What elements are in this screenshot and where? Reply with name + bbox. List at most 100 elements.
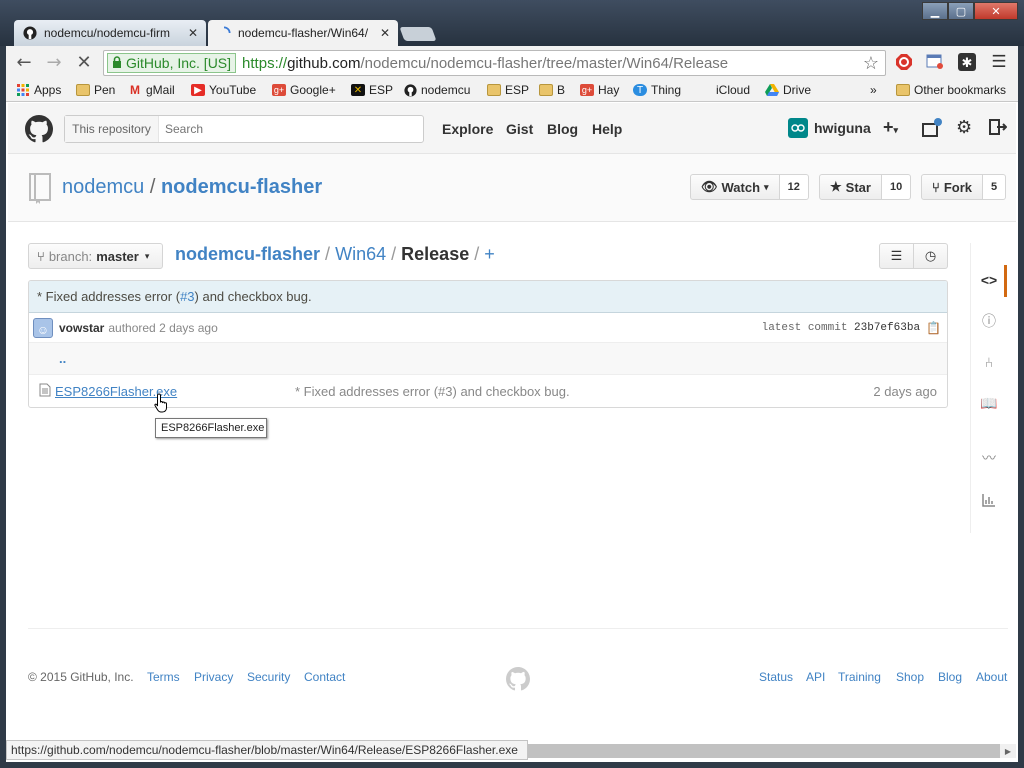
gmail-icon: M (130, 83, 140, 97)
star-button[interactable]: ★ Star (819, 174, 882, 200)
bookmark-esp[interactable]: ✕ ESP (351, 82, 393, 98)
close-tab-icon[interactable]: ✕ (188, 26, 198, 40)
repo-owner-link[interactable]: nodemcu (62, 176, 144, 198)
user-profile-link[interactable]: hwiguna (788, 118, 871, 138)
issue-link[interactable]: #3 (180, 289, 194, 304)
nav-explore[interactable]: Explore (442, 121, 493, 137)
commit-message[interactable]: * Fixed addresses error (#3) and checkbo… (29, 281, 947, 313)
search-input[interactable] (159, 116, 423, 142)
scroll-right-arrow-icon[interactable]: ▶ (1000, 744, 1016, 758)
bookmark-youtube[interactable]: ▶ YouTube (191, 82, 256, 98)
breadcrumb-win64[interactable]: Win64 (335, 244, 386, 264)
watch-count[interactable]: 12 (779, 174, 809, 200)
close-tab-icon[interactable]: ✕ (380, 26, 390, 40)
apps-grid-icon (16, 84, 30, 96)
bookmark-icloud[interactable]: iCloud (698, 82, 750, 98)
address-bar[interactable]: GitHub, Inc. [US] https://github.com/nod… (103, 50, 886, 76)
nav-blog[interactable]: Blog (547, 121, 578, 137)
bookmark-hay[interactable]: g+ Hay (580, 82, 619, 98)
repo-name-link[interactable]: nodemcu-flasher (161, 176, 322, 198)
bookmark-googleplus[interactable]: g+ Google+ (272, 82, 336, 98)
nav-help[interactable]: Help (592, 121, 622, 137)
new-tab-button[interactable] (399, 27, 437, 41)
file-icon (39, 383, 51, 400)
commit-sha[interactable]: 23b7ef63ba (854, 322, 920, 334)
breadcrumb: nodemcu-flasher / Win64 / Release / + (175, 244, 495, 264)
bookmark-pen[interactable]: Pen (76, 82, 115, 98)
close-window-button[interactable]: ✕ (974, 2, 1018, 20)
nav-gist[interactable]: Gist (506, 121, 533, 137)
back-button[interactable]: ← (12, 52, 36, 73)
pulse-icon[interactable]: 〰 (978, 447, 1000, 469)
authored-time: authored 2 days ago (108, 320, 218, 335)
bookmark-nodemcu[interactable]: nodemcu (403, 82, 470, 98)
bookmark-esp-folder[interactable]: ESP (487, 82, 529, 98)
history-icon[interactable]: ◷ (914, 243, 948, 269)
sign-out-icon[interactable] (989, 119, 1008, 138)
footer-blog[interactable]: Blog (938, 670, 962, 684)
window-controls: ▁ ▢ ✕ (922, 2, 1018, 20)
latest-commit: latest commit 23b7ef63ba (761, 321, 921, 334)
bookmarks-overflow-button[interactable]: » (870, 82, 877, 98)
create-new-plus-icon[interactable]: +▾ (883, 117, 898, 138)
notifications-icon[interactable] (922, 118, 942, 141)
avatar[interactable]: ☺ (33, 317, 53, 338)
wiki-book-icon[interactable]: 📖 (978, 392, 1000, 414)
breadcrumb-current: Release (401, 244, 470, 264)
screenshot-extension-icon[interactable] (925, 52, 945, 72)
github-logo-icon[interactable] (25, 115, 53, 146)
drive-icon (765, 84, 779, 96)
issues-icon[interactable]: ⓘ (978, 310, 1000, 332)
folder-icon (539, 84, 553, 96)
branch-selector[interactable]: ⑂ branch: master ▾ (28, 243, 163, 269)
selected-indicator (1004, 265, 1007, 297)
esp-icon: ✕ (351, 84, 365, 96)
fork-button[interactable]: ⑂ Fork (921, 174, 983, 200)
googleplus-icon: g+ (580, 84, 594, 96)
bookmark-b[interactable]: B (539, 82, 565, 98)
footer-contact[interactable]: Contact (304, 670, 345, 684)
footer-about[interactable]: About (976, 670, 1007, 684)
footer-api[interactable]: API (806, 670, 825, 684)
footer-training[interactable]: Training (838, 670, 881, 684)
graphs-icon[interactable] (978, 489, 1000, 511)
github-mark-icon[interactable] (506, 667, 530, 694)
stop-button[interactable]: ✕ (72, 52, 96, 73)
list-view-icon[interactable]: ☰ (879, 243, 914, 269)
file-commit-message[interactable]: * Fixed addresses error (#3) and checkbo… (295, 384, 570, 399)
bookmark-drive[interactable]: Drive (765, 82, 811, 98)
file-link[interactable]: ESP8266Flasher.exe (55, 384, 295, 399)
footer-security[interactable]: Security (247, 670, 290, 684)
clipboard-icon[interactable]: 📋 (926, 321, 941, 335)
tab-nodemcu-firmware[interactable]: nodemcu/nodemcu-firm ✕ (14, 20, 206, 46)
breadcrumb-root[interactable]: nodemcu-flasher (175, 244, 320, 264)
footer-status[interactable]: Status (759, 670, 793, 684)
other-bookmarks[interactable]: Other bookmarks (896, 82, 1006, 98)
extension-icon[interactable]: ✱ (957, 52, 977, 72)
code-icon[interactable]: <> (978, 269, 1000, 291)
fork-count[interactable]: 5 (982, 174, 1007, 200)
commit-author[interactable]: vowstar (59, 321, 104, 335)
maximize-button[interactable]: ▢ (948, 2, 974, 20)
pull-requests-icon[interactable]: ⑃ (978, 351, 1000, 373)
parent-directory-link[interactable]: .. (29, 343, 947, 375)
bookmark-gmail[interactable]: MgMail (128, 82, 175, 98)
add-file-button[interactable]: + (484, 244, 495, 264)
tab-nodemcu-flasher[interactable]: nodemcu-flasher/Win64/ ✕ (208, 20, 398, 46)
footer-privacy[interactable]: Privacy (194, 670, 233, 684)
star-bookmark-icon[interactable]: ☆ (863, 53, 879, 74)
adblock-icon[interactable] (894, 52, 914, 72)
chrome-menu-icon[interactable]: ☰ (989, 52, 1009, 72)
bookmark-thing[interactable]: T Thing (633, 82, 681, 98)
lock-icon (112, 55, 122, 71)
watch-button[interactable]: 👁 Watch ▾ (690, 174, 780, 200)
settings-gear-icon[interactable]: ⚙ (956, 117, 972, 138)
footer-terms[interactable]: Terms (147, 670, 180, 684)
horizontal-scrollbar[interactable] (528, 744, 1000, 758)
minimize-button[interactable]: ▁ (922, 2, 948, 20)
footer-shop[interactable]: Shop (896, 670, 924, 684)
star-count[interactable]: 10 (881, 174, 912, 200)
bookmark-apps[interactable]: Apps (16, 82, 61, 98)
forward-button[interactable]: → (42, 52, 66, 73)
ev-certificate-badge[interactable]: GitHub, Inc. [US] (107, 53, 237, 73)
